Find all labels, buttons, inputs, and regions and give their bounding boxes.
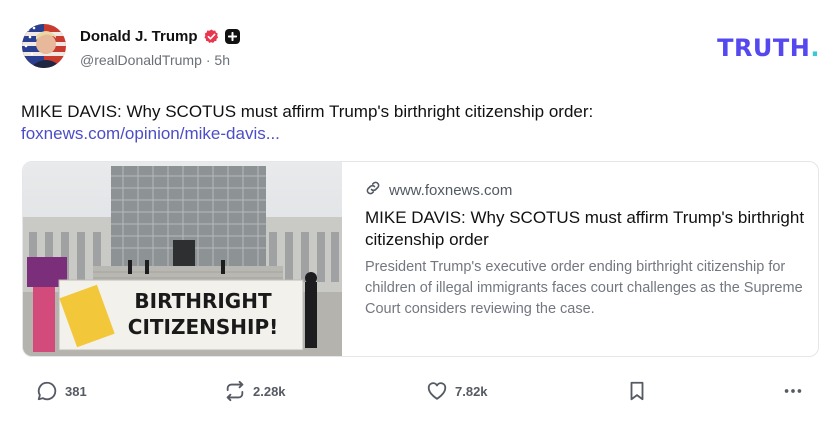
author-handle[interactable]: @realDonaldTrump xyxy=(80,52,202,68)
post-header: Donald J. Trump @realDonaldTrump · 5h xyxy=(22,24,822,72)
logo-text: TRUTH xyxy=(717,34,811,62)
link-icon xyxy=(365,180,381,200)
author-name[interactable]: Donald J. Trump xyxy=(80,28,198,45)
card-thumbnail-image[interactable]: BIRTHRIGHT CITIZENSHIP! xyxy=(23,162,342,356)
retruth-icon xyxy=(224,380,246,402)
plus-badge-icon xyxy=(224,28,240,44)
retruth-button[interactable]: 2.28k xyxy=(224,380,286,402)
link-preview-card[interactable]: BIRTHRIGHT CITIZENSHIP! www.foxnews.com … xyxy=(22,161,819,357)
like-count: 7.82k xyxy=(455,383,488,399)
card-domain: www.foxnews.com xyxy=(389,181,513,199)
heart-icon xyxy=(426,380,448,402)
card-title[interactable]: MIKE DAVIS: Why SCOTUS must affirm Trump… xyxy=(365,207,805,251)
bookmark-icon xyxy=(626,380,648,402)
reply-button[interactable]: 381 xyxy=(36,380,87,402)
post-link[interactable]: foxnews.com/opinion/mike-davis... xyxy=(21,123,280,145)
post-actions: 381 2.28k 7.82k xyxy=(36,380,816,406)
more-options-button[interactable] xyxy=(782,380,804,402)
banner-line-2: CITIZENSHIP! xyxy=(128,315,278,339)
reply-icon xyxy=(36,380,58,402)
post-text: MIKE DAVIS: Why SCOTUS must affirm Trump… xyxy=(21,102,594,121)
retruth-count: 2.28k xyxy=(253,383,286,399)
reply-count: 381 xyxy=(65,383,87,399)
more-dots-icon xyxy=(782,380,804,402)
card-description: President Trump's executive order ending… xyxy=(365,259,803,317)
logo-dot: . xyxy=(810,34,820,62)
verified-badge-icon xyxy=(203,28,219,44)
avatar[interactable] xyxy=(22,24,66,68)
like-button[interactable]: 7.82k xyxy=(426,380,488,402)
post-timestamp[interactable]: · 5h xyxy=(206,52,230,68)
truth-social-logo[interactable]: TRUTH. xyxy=(717,34,820,62)
card-body: www.foxnews.com MIKE DAVIS: Why SCOTUS m… xyxy=(365,180,805,320)
bookmark-button[interactable] xyxy=(626,380,648,402)
author-block: Donald J. Trump @realDonaldTrump · 5h xyxy=(80,26,240,68)
banner-line-1: BIRTHRIGHT xyxy=(134,289,272,313)
